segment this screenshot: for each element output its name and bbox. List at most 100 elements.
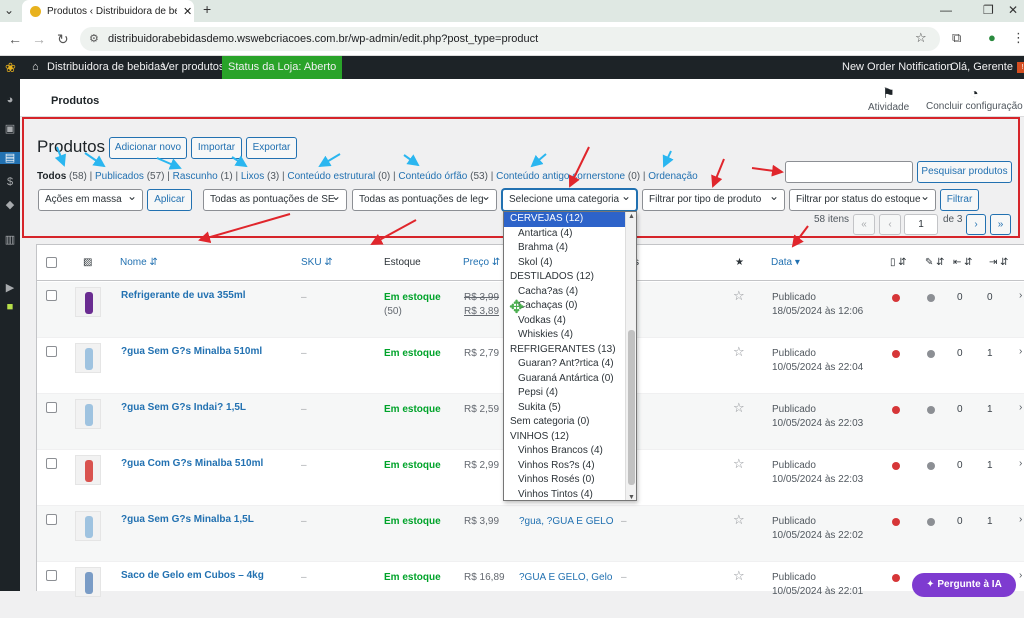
ask-ai-button[interactable]: ✦ Pergunte à IA — [912, 573, 1016, 597]
product-name-link[interactable]: Refrigerante de uva 355ml — [121, 290, 246, 301]
product-thumbnail[interactable] — [75, 455, 101, 485]
product-thumbnail[interactable] — [75, 567, 101, 597]
current-page-input[interactable] — [904, 214, 938, 235]
media-play-icon[interactable]: ▶ — [3, 282, 17, 294]
search-products-button[interactable]: Pesquisar produtos — [917, 161, 1012, 183]
seo-traffic-icon[interactable]: ▯ ⇵ — [890, 257, 907, 268]
row-expand-icon[interactable]: › — [1019, 346, 1022, 357]
woocommerce-icon[interactable]: ▣ — [3, 123, 17, 135]
dropdown-option[interactable]: REFRIGERANTES (13) — [504, 343, 636, 358]
browser-tab[interactable]: Produtos ‹ Distribuidora de bebi ✕ — [22, 0, 194, 22]
export-button[interactable]: Exportar — [246, 137, 297, 159]
prev-page-button[interactable]: ‹ — [879, 214, 901, 235]
stock-status-select[interactable]: Filtrar por status do estoque — [789, 189, 936, 211]
last-page-button[interactable]: » — [990, 214, 1011, 235]
dropdown-option[interactable]: Vinhos Tintos (4) — [504, 488, 636, 501]
marketing-icon[interactable]: ◆ — [3, 199, 17, 211]
scroll-up-icon[interactable]: ▲ — [628, 213, 635, 220]
close-window-icon[interactable]: ✕ — [1008, 3, 1018, 17]
product-thumbnail[interactable] — [75, 287, 101, 317]
first-page-button[interactable]: « — [853, 214, 875, 235]
dropdown-option[interactable]: Vinhos Ros?s (4) — [504, 459, 636, 474]
dropdown-option[interactable]: DESTILADOS (12) — [504, 270, 636, 285]
dropdown-option[interactable]: Vinhos Brancos (4) — [504, 444, 636, 459]
product-thumbnail[interactable] — [75, 399, 101, 429]
bookmark-star-icon[interactable]: ☆ — [915, 30, 927, 46]
featured-star-icon[interactable]: ☆ — [733, 568, 745, 584]
row-expand-icon[interactable]: › — [1019, 570, 1022, 581]
profile-icon[interactable]: ● — [988, 30, 996, 45]
close-tab-icon[interactable]: ✕ — [183, 5, 192, 18]
filter-all[interactable]: Todos — [37, 171, 66, 182]
featured-star-icon[interactable]: ★ — [735, 257, 744, 268]
sku-column-header[interactable]: SKU ⇵ — [301, 257, 333, 268]
filter-ordering[interactable]: Ordenação — [648, 171, 697, 182]
plugin-square-icon[interactable]: ■ — [3, 301, 17, 313]
search-input[interactable] — [785, 161, 913, 183]
filter-cornerstone[interactable]: Conteúdo antigo cornerstone — [496, 171, 625, 182]
add-new-button[interactable]: Adicionar novo — [109, 137, 187, 159]
seo-score-select[interactable]: Todas as pontuações de SE — [203, 189, 347, 211]
category-dropdown-list[interactable]: CERVEJAS (12) Antartica (4) Brahma (4) Skol… — [503, 211, 637, 501]
filter-orphan[interactable]: Conteúdo órfão — [398, 171, 467, 182]
categories-value[interactable]: ?GUA E GELO, Gelo — [519, 572, 612, 583]
row-expand-icon[interactable]: › — [1019, 514, 1022, 525]
filter-trash[interactable]: Lixos — [241, 171, 264, 182]
table-row[interactable]: Saco de Gelo em Cubos – 4kg – Em estoque R$… — [37, 562, 1024, 618]
site-info-icon[interactable]: ⚙ — [89, 27, 99, 51]
apply-button[interactable]: Aplicar — [147, 189, 192, 211]
categories-value[interactable]: ?gua, ?GUA E GELO — [519, 516, 614, 527]
price-column-header[interactable]: Preço ⇵ — [463, 257, 500, 268]
back-icon[interactable]: ← — [8, 31, 22, 47]
filter-structural[interactable]: Conteúdo estrutural — [287, 171, 375, 182]
store-status-badge[interactable]: Status da Loja: Aberto — [222, 56, 343, 79]
dropdown-option[interactable]: Antartica (4) — [504, 227, 636, 242]
payments-icon[interactable]: $ — [3, 176, 17, 188]
dropdown-scrollbar[interactable]: ▲ ▼ — [625, 212, 636, 500]
row-checkbox[interactable] — [46, 402, 57, 413]
readability-select[interactable]: Todas as pontuações de leg — [352, 189, 497, 211]
row-expand-icon[interactable]: › — [1019, 402, 1022, 413]
dropdown-option[interactable]: VINHOS (12) — [504, 430, 636, 445]
row-expand-icon[interactable]: › — [1019, 290, 1022, 301]
scroll-thumb[interactable] — [628, 330, 635, 485]
bulk-actions-select[interactable]: Ações em massa — [38, 189, 143, 211]
product-name-link[interactable]: ?gua Com G?s Minalba 510ml — [121, 458, 263, 469]
dropdown-option[interactable]: Skol (4) — [504, 256, 636, 271]
name-column-header[interactable]: Nome ⇵ — [120, 257, 158, 268]
minimize-icon[interactable]: — — [940, 3, 952, 17]
new-order-notification-link[interactable]: New Order Notification — [842, 56, 953, 79]
row-checkbox[interactable] — [46, 290, 57, 301]
forward-icon[interactable]: → — [32, 31, 46, 47]
new-tab-icon[interactable]: + — [203, 1, 211, 17]
row-checkbox[interactable] — [46, 346, 57, 357]
analytics-icon[interactable]: ▥ — [3, 234, 17, 246]
dropdown-option[interactable]: Pepsi (4) — [504, 386, 636, 401]
featured-star-icon[interactable]: ☆ — [733, 456, 745, 472]
user-greeting[interactable]: Olá, Gerente! — [950, 56, 1024, 79]
site-name-link[interactable]: Distribuidora de bebidas — [47, 56, 166, 79]
dropdown-option[interactable]: Sem categoria (0) — [504, 415, 636, 430]
featured-star-icon[interactable]: ☆ — [733, 344, 745, 360]
row-checkbox[interactable] — [46, 514, 57, 525]
view-products-link[interactable]: Ver produtos — [162, 56, 224, 79]
select-all-checkbox[interactable] — [46, 257, 57, 268]
product-thumbnail[interactable] — [75, 343, 101, 373]
url-field[interactable]: ⚙ distribuidorabebidasdemo.wswebcriacoes… — [80, 27, 940, 51]
product-name-link[interactable]: ?gua Sem G?s Indai? 1,5L — [121, 402, 246, 413]
product-name-link[interactable]: ?gua Sem G?s Minalba 510ml — [121, 346, 262, 357]
dropdown-option[interactable]: Guaran? Ant?rtica (4) — [504, 357, 636, 372]
dropdown-option[interactable]: Sukita (5) — [504, 401, 636, 416]
scroll-down-icon[interactable]: ▼ — [628, 494, 635, 500]
dropdown-option[interactable]: CERVEJAS (12) — [504, 212, 636, 227]
import-button[interactable]: Importar — [191, 137, 242, 159]
product-name-link[interactable]: ?gua Sem G?s Minalba 1,5L — [121, 514, 254, 525]
tab-search-icon[interactable]: ⌄ — [4, 3, 14, 17]
featured-star-icon[interactable]: ☆ — [733, 400, 745, 416]
product-thumbnail[interactable] — [75, 511, 101, 541]
product-name-link[interactable]: Saco de Gelo em Cubos – 4kg — [121, 570, 264, 581]
dropdown-option[interactable]: Brahma (4) — [504, 241, 636, 256]
woo-logo-icon[interactable]: ❀ — [5, 56, 16, 79]
dropdown-option[interactable]: Guaraná Antártica (0) — [504, 372, 636, 387]
table-row[interactable]: ?gua Sem G?s Minalba 1,5L – Em estoque R$ 3… — [37, 506, 1024, 562]
